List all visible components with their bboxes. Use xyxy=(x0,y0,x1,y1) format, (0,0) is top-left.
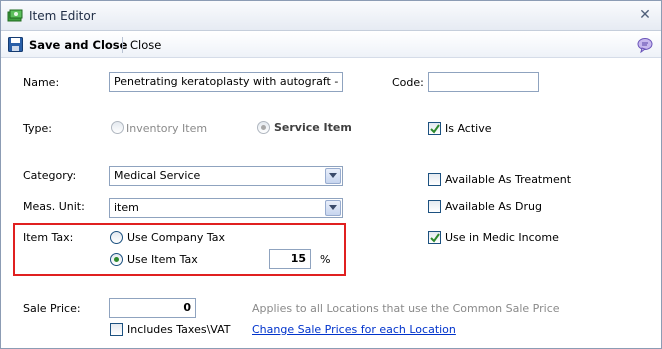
window-title: Item Editor xyxy=(29,9,96,23)
meas-unit-label: Meas. Unit: xyxy=(23,200,85,213)
percent-label: % xyxy=(320,253,331,266)
use-company-tax-radio[interactable] xyxy=(110,231,123,244)
service-item-radio[interactable] xyxy=(257,121,270,134)
close-icon[interactable]: ✕ xyxy=(637,7,653,23)
category-value: Medical Service xyxy=(114,169,201,182)
chevron-down-icon[interactable] xyxy=(325,200,341,216)
sale-price-input[interactable]: 0 xyxy=(109,298,196,318)
category-select[interactable]: Medical Service xyxy=(109,166,343,186)
sale-price-note: Applies to all Locations that use the Co… xyxy=(252,302,560,315)
includes-taxes-checkbox[interactable] xyxy=(110,323,123,336)
available-drug-label: Available As Drug xyxy=(445,200,542,213)
use-in-medic-income-checkbox[interactable] xyxy=(428,231,441,244)
save-and-close-button[interactable]: Save and Close xyxy=(29,36,127,54)
category-label: Category: xyxy=(23,169,77,182)
use-in-medic-income-label: Use in Medic Income xyxy=(445,231,559,244)
money-icon xyxy=(7,9,23,23)
meas-unit-select[interactable]: item xyxy=(109,198,343,218)
floppy-disk-icon xyxy=(8,37,23,52)
is-active-label: Is Active xyxy=(445,122,492,135)
inventory-item-radio[interactable] xyxy=(111,121,124,134)
code-input[interactable] xyxy=(428,72,539,92)
code-label: Code: xyxy=(392,76,424,89)
includes-taxes-label: Includes Taxes\VAT xyxy=(127,323,231,336)
speech-bubble-icon[interactable] xyxy=(637,37,653,54)
available-drug-checkbox[interactable] xyxy=(428,200,441,213)
form-area: Name: Penetrating keratoplasty with auto… xyxy=(1,59,661,348)
name-input[interactable]: Penetrating keratoplasty with autograft … xyxy=(109,72,343,92)
meas-unit-value: item xyxy=(114,201,139,214)
available-treatment-checkbox[interactable] xyxy=(428,173,441,186)
name-label: Name: xyxy=(23,76,60,89)
tax-rate-input[interactable]: 15 xyxy=(269,249,311,269)
sale-price-label: Sale Price: xyxy=(23,302,81,315)
inventory-item-label: Inventory Item xyxy=(126,122,208,135)
item-tax-label: Item Tax: xyxy=(23,231,74,244)
service-item-label: Service Item xyxy=(274,121,352,134)
is-active-checkbox[interactable] xyxy=(428,122,441,135)
chevron-down-icon[interactable] xyxy=(325,168,341,184)
use-company-tax-label: Use Company Tax xyxy=(127,231,226,244)
item-editor-window: Item Editor ✕ Save and Close Close Name: xyxy=(0,0,662,349)
use-item-tax-label: Use Item Tax xyxy=(127,253,198,266)
available-treatment-label: Available As Treatment xyxy=(445,173,572,186)
change-sale-prices-link[interactable]: Change Sale Prices for each Location xyxy=(252,323,456,336)
toolbar: Save and Close Close xyxy=(1,32,661,58)
close-button[interactable]: Close xyxy=(130,36,161,54)
toolbar-separator xyxy=(122,37,123,53)
use-item-tax-radio[interactable] xyxy=(110,253,123,266)
title-bar: Item Editor ✕ xyxy=(1,1,661,31)
type-label: Type: xyxy=(23,122,52,135)
